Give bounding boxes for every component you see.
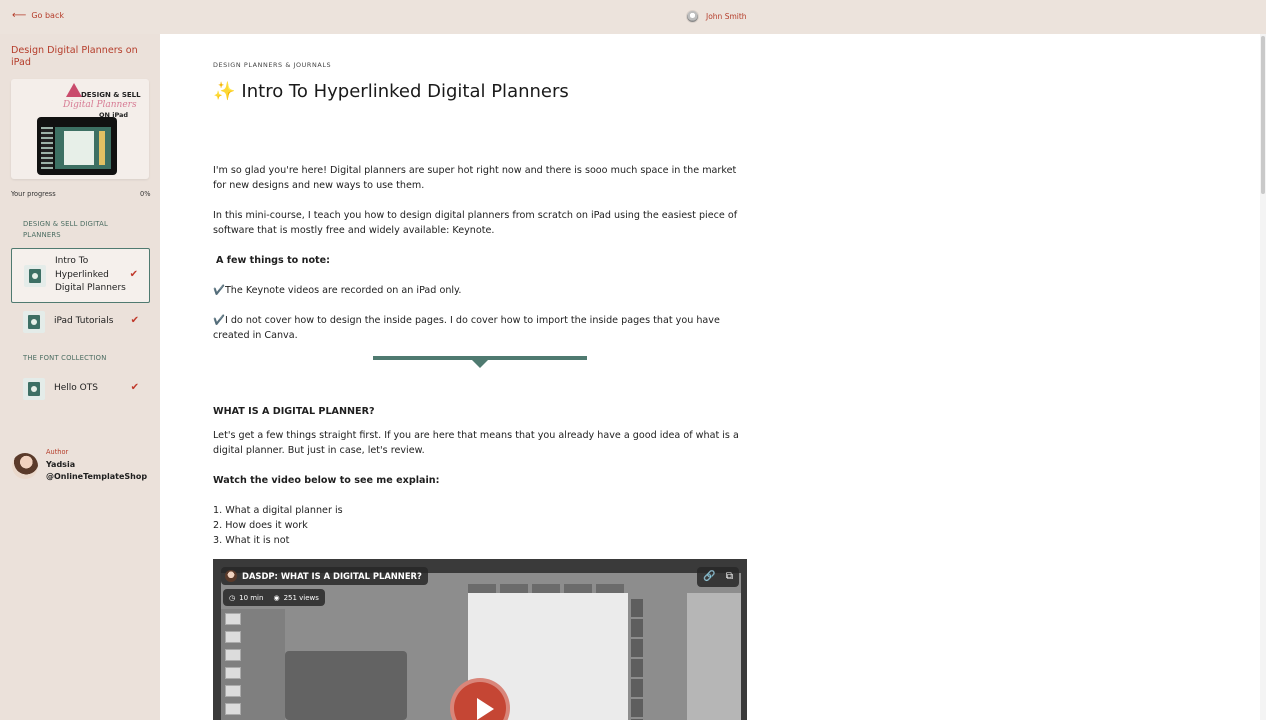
eye-icon: ◉ — [273, 593, 280, 602]
link-icon[interactable]: 🔗 — [703, 572, 715, 582]
lesson-content: DESIGN PLANNERS & JOURNALS ✨ Intro To Hy… — [160, 34, 1266, 720]
course-title[interactable]: Design Digital Planners on iPad — [11, 45, 149, 69]
section-label-design-sell: DESIGN & SELL DIGITAL PLANNERS — [23, 220, 108, 239]
paragraph-intro: I'm so glad you're here! Digital planner… — [213, 165, 737, 191]
logo-triangle-icon — [66, 83, 82, 97]
paragraph-watch: Watch the video below to see me explain: — [213, 475, 440, 486]
list-item: 3. What it is not — [213, 535, 290, 546]
go-back-link[interactable]: ⟵ Go back — [12, 9, 64, 21]
author-name: Yadsia @OnlineTemplateShop — [46, 460, 148, 481]
lesson-planner-icon — [23, 311, 45, 333]
check-icon: ✔ — [130, 315, 139, 326]
user-name: John Smith — [706, 12, 747, 21]
arrow-left-icon: ⟵ — [12, 9, 27, 21]
lesson-label: Hello OTS — [54, 383, 98, 393]
divider-arrow-icon — [472, 360, 488, 368]
check-icon: ✔ — [129, 269, 138, 280]
video-title: DASDP: WHAT IS A DIGITAL PLANNER? — [242, 571, 422, 581]
paragraph-review: Let's get a few things straight first. I… — [213, 430, 739, 456]
video-actions: 🔗 ⧉ — [697, 567, 739, 587]
clock-icon: ◷ — [229, 593, 236, 602]
section-heading: WHAT IS A DIGITAL PLANNER? — [213, 406, 375, 417]
video-author-avatar — [225, 570, 237, 582]
sidebar-lesson-intro[interactable]: Intro To Hyperlinked Digital Planners ✔ — [11, 248, 150, 303]
video-duration: 10 min — [239, 593, 264, 602]
lesson-category: DESIGN PLANNERS & JOURNALS — [213, 61, 332, 69]
page-title-text: Intro To Hyperlinked Digital Planners — [241, 81, 569, 102]
paragraph-note-1: ✔️The Keynote videos are recorded on an … — [213, 285, 462, 296]
progress-value: 0% — [140, 190, 151, 198]
thumbnail-line2: Digital Planners — [63, 100, 137, 110]
top-bar: ⟵ Go back John Smith — [0, 0, 1266, 34]
lesson-label: Intro To Hyperlinked Digital Planners — [55, 256, 126, 293]
user-avatar — [686, 10, 699, 23]
author-avatar — [12, 453, 38, 479]
lesson-label: iPad Tutorials — [54, 316, 114, 326]
user-menu[interactable]: John Smith — [686, 10, 747, 23]
list-item: 1. What a digital planner is — [213, 505, 343, 516]
video-player[interactable]: DASDP: WHAT IS A DIGITAL PLANNER? ◷ 10 m… — [213, 559, 747, 720]
check-icon: ✔ — [130, 382, 139, 393]
course-thumbnail: DESIGN & SELL Digital Planners ON iPad — [11, 79, 149, 179]
paragraph-note-2: ✔️I do not cover how to design the insid… — [213, 315, 720, 341]
sparkles-icon: ✨ — [213, 81, 236, 102]
video-views: 251 views — [283, 593, 319, 602]
page-title: ✨ Intro To Hyperlinked Digital Planners — [213, 81, 569, 102]
progress-label: Your progress — [11, 190, 56, 198]
paragraph-notes-heading: A few things to note: — [216, 255, 330, 266]
sidebar: Design Digital Planners on iPad DESIGN &… — [0, 34, 160, 720]
thumbnail-line1: DESIGN & SELL — [81, 91, 141, 99]
sidebar-lesson-ipad-tutorials[interactable]: iPad Tutorials ✔ — [11, 308, 150, 336]
video-meta: ◷ 10 min ◉ 251 views — [223, 589, 325, 606]
go-back-label: Go back — [31, 11, 64, 20]
external-link-icon[interactable]: ⧉ — [726, 572, 733, 582]
section-label-font-collection: THE FONT COLLECTION — [23, 354, 107, 362]
tablet-illustration — [37, 117, 117, 175]
sidebar-lesson-hello-ots[interactable]: Hello OTS ✔ — [11, 375, 150, 403]
paragraph-mini-course: In this mini-course, I teach you how to … — [213, 210, 738, 236]
scrollbar[interactable] — [1260, 34, 1266, 720]
author-label: Author — [46, 448, 69, 456]
lesson-planner-icon — [24, 265, 46, 287]
lesson-planner-icon — [23, 378, 45, 400]
video-title-badge: DASDP: WHAT IS A DIGITAL PLANNER? — [221, 567, 428, 585]
scrollbar-thumb[interactable] — [1261, 36, 1265, 194]
list-item: 2. How does it work — [213, 520, 308, 531]
